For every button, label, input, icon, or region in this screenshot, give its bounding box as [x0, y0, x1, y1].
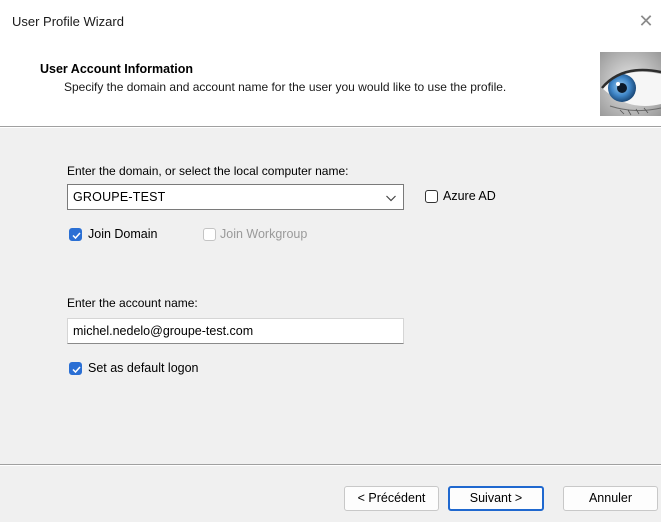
- wizard-footer: [0, 466, 661, 522]
- default-logon-checkbox[interactable]: [69, 362, 82, 375]
- join-workgroup-label: Join Workgroup: [220, 227, 308, 241]
- domain-value: GROUPE-TEST: [73, 190, 166, 204]
- join-domain-checkbox[interactable]: [69, 228, 82, 241]
- header-title: User Account Information: [40, 62, 194, 76]
- domain-combobox[interactable]: GROUPE-TEST: [67, 184, 404, 210]
- cancel-button[interactable]: Annuler: [563, 486, 658, 511]
- account-label: Enter the account name:: [67, 296, 198, 310]
- azure-ad-checkbox[interactable]: [425, 190, 438, 203]
- account-name-value: michel.nedelo@groupe-test.com: [73, 324, 254, 338]
- header-subtitle: Specify the domain and account name for …: [64, 80, 507, 94]
- azure-ad-label: Azure AD: [443, 189, 496, 203]
- chevron-down-icon[interactable]: [385, 191, 397, 203]
- close-icon[interactable]: ✕: [635, 10, 657, 32]
- back-button[interactable]: < Précédent: [344, 486, 439, 511]
- default-logon-label: Set as default logon: [88, 361, 199, 375]
- account-name-input[interactable]: michel.nedelo@groupe-test.com: [67, 318, 404, 344]
- window-title: User Profile Wizard: [12, 14, 124, 29]
- checkmark-icon: [72, 366, 81, 374]
- join-workgroup-checkbox[interactable]: [203, 228, 216, 241]
- eye-image: [600, 52, 661, 116]
- join-domain-label: Join Domain: [88, 227, 158, 241]
- checkmark-icon: [72, 232, 81, 240]
- title-bar: User Profile Wizard ✕: [0, 0, 661, 44]
- wizard-header: User Account Information Specify the dom…: [0, 44, 661, 126]
- next-button[interactable]: Suivant >: [448, 486, 544, 511]
- domain-label: Enter the domain, or select the local co…: [67, 164, 349, 178]
